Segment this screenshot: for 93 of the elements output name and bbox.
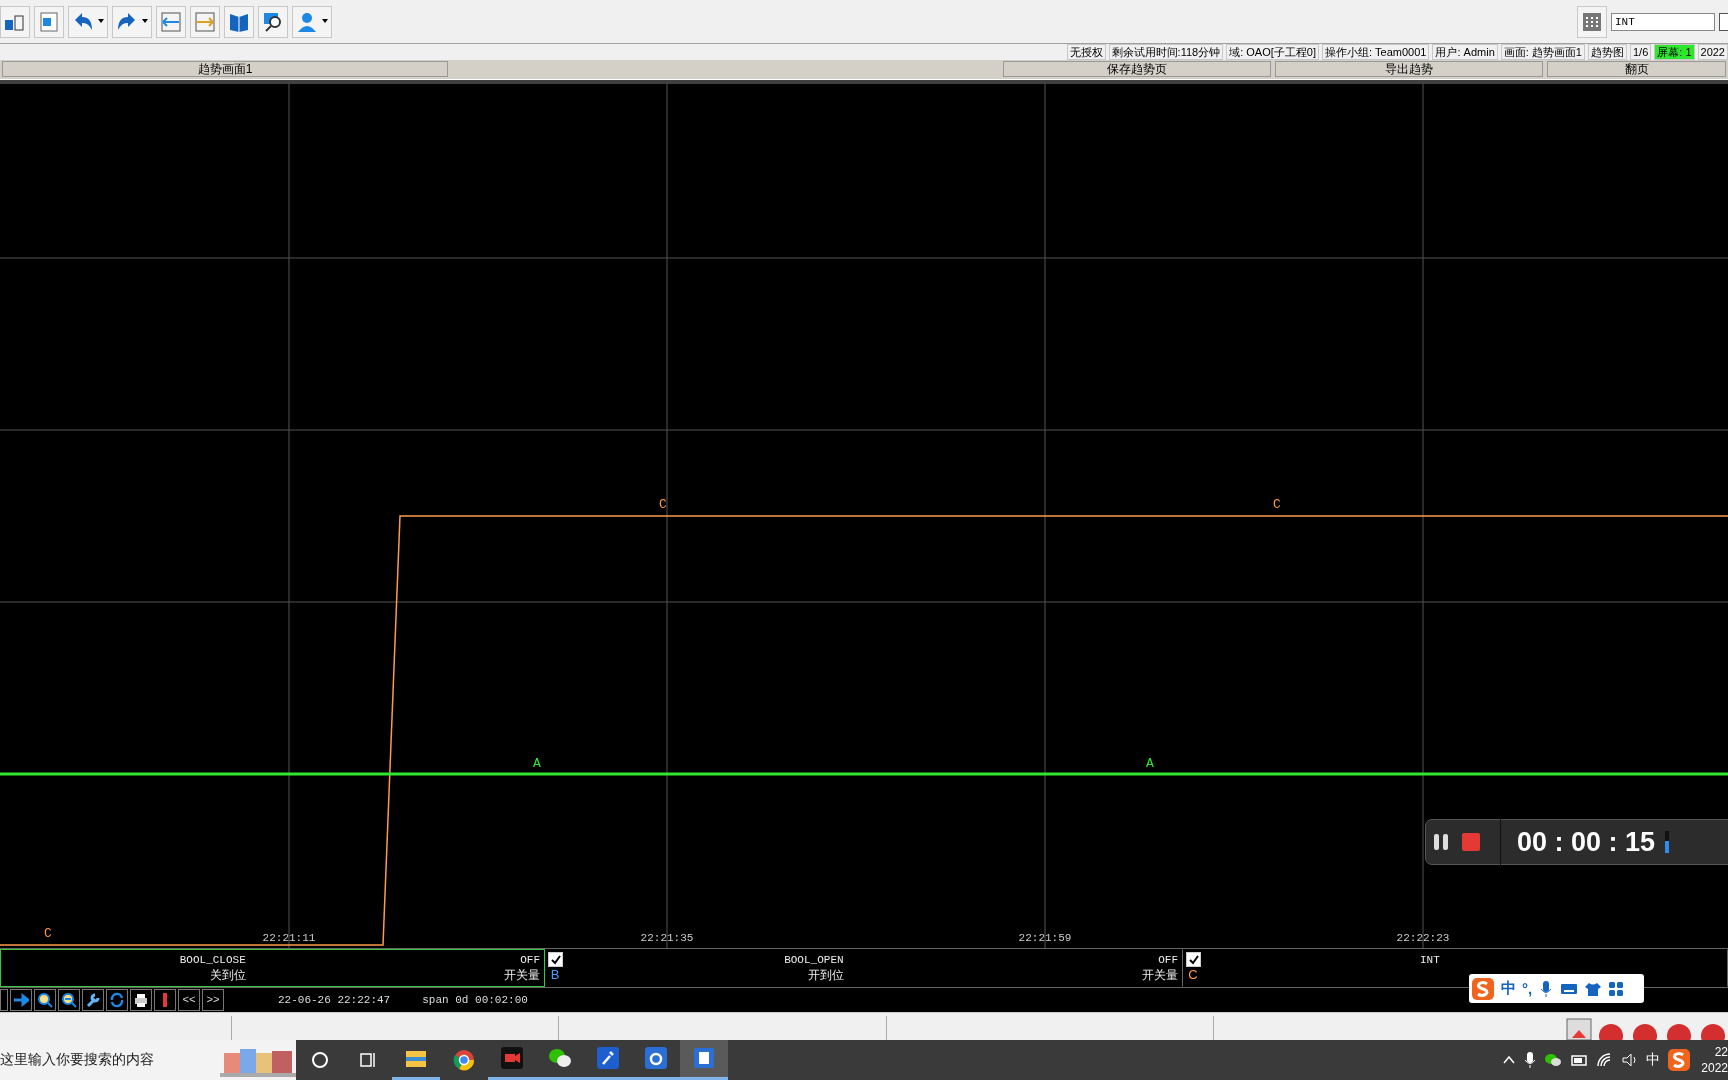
page-tab[interactable]: 趋势画面1	[2, 61, 448, 78]
tag-description: 开到位	[806, 968, 844, 985]
series-marker: A	[533, 756, 541, 772]
checkbox[interactable]	[1719, 12, 1728, 31]
redo-button[interactable]	[112, 5, 152, 38]
status-field: 屏幕: 1	[1654, 44, 1695, 60]
printer-icon	[133, 991, 149, 1008]
speaker-icon[interactable]	[1621, 1052, 1639, 1068]
trend-span: span 0d 00:02:00	[422, 993, 528, 1006]
caret-icon	[97, 19, 105, 24]
series-marker: C	[44, 926, 52, 942]
status-field: 画面: 趋势画面1	[1500, 44, 1585, 60]
time-label: 22:21:11	[262, 932, 316, 945]
status-field: 操作小组: Team0001	[1321, 44, 1430, 60]
settings-button[interactable]	[82, 988, 104, 1011]
caret-icon	[141, 19, 149, 24]
tag-type: 开关量	[503, 968, 540, 985]
caret-icon	[321, 19, 329, 24]
refresh-icon	[109, 991, 125, 1008]
status-field: 无授权	[1066, 44, 1106, 60]
search-placeholder: 这里输入你要搜索的内容	[0, 1051, 154, 1069]
time-label: 22:21:59	[1018, 932, 1072, 945]
shirt-icon[interactable]	[1584, 980, 1603, 997]
sogou-logo-icon	[1667, 1048, 1691, 1072]
browser-icon	[452, 1048, 476, 1072]
page-button[interactable]: 导出趋势	[1275, 61, 1543, 78]
taskbar-app[interactable]	[680, 1040, 728, 1080]
toolbar-button[interactable]	[156, 5, 186, 38]
zoom-out-button[interactable]	[58, 988, 80, 1011]
recording-timer: 00 : 00 : 15	[1517, 826, 1656, 858]
taskbar-search-field[interactable]: 这里输入你要搜索的内容	[0, 1040, 296, 1080]
forward-button[interactable]	[10, 988, 32, 1011]
right-arrow-icon	[13, 991, 29, 1008]
wrench-app-icon	[596, 1046, 620, 1071]
series-marker: A	[1146, 756, 1154, 772]
tag-name: BOOL_CLOSE	[178, 953, 246, 969]
time-label: 22:21:35	[640, 932, 694, 945]
toolbar-button[interactable]	[34, 5, 64, 38]
keypad-button[interactable]	[1577, 5, 1607, 38]
toolbar-button[interactable]	[224, 5, 254, 38]
zoom-in-button[interactable]	[34, 988, 56, 1011]
tag-value: OFF	[519, 953, 540, 969]
print-button[interactable]	[130, 988, 152, 1011]
check-icon	[549, 954, 561, 966]
series-letter: C	[1188, 967, 1198, 983]
refresh-button[interactable]	[106, 988, 128, 1011]
tag-name: BOOL_OPEN	[783, 953, 844, 969]
tool-button[interactable]	[0, 988, 8, 1011]
keyboard-icon[interactable]	[1560, 981, 1579, 996]
zoom-in-icon	[37, 991, 53, 1008]
legend-checkbox[interactable]	[1185, 952, 1201, 968]
tag-search-field[interactable]: INT	[1611, 12, 1715, 31]
legend-item[interactable]: BOOL_OPEN OFF 开到位 开关量	[565, 949, 1183, 988]
legend-item[interactable]: BOOL_CLOSE OFF 关到位 开关量	[0, 949, 545, 988]
page-button[interactable]: 翻页	[1547, 61, 1726, 78]
grid-icon[interactable]	[1608, 980, 1625, 997]
clock-date: 2022	[1701, 1060, 1728, 1076]
series-marker: C	[1273, 497, 1281, 513]
series-letter: B	[550, 967, 560, 983]
status-field: 1/6	[1630, 44, 1652, 60]
tag-value: OFF	[1157, 953, 1178, 969]
tag-type: 开关量	[1141, 968, 1178, 985]
microphone-icon[interactable]	[1523, 1051, 1537, 1069]
scroll-button[interactable]: <<	[178, 988, 200, 1011]
clock-time: 22	[1714, 1044, 1728, 1060]
search-button[interactable]	[258, 5, 288, 38]
check-icon	[1187, 954, 1199, 966]
video-camera-icon	[500, 1046, 524, 1071]
tag-description: 关到位	[208, 968, 246, 985]
clock[interactable]: 22 2022	[1698, 1044, 1728, 1076]
status-field: 域: OAO[子工程0]	[1226, 44, 1319, 60]
tag-name: INT	[1418, 953, 1440, 969]
circle-icon	[310, 1050, 330, 1070]
page-button[interactable]: 保存趋势页	[1003, 61, 1271, 78]
status-field: 趋势图	[1588, 44, 1627, 60]
trend-time: 22-06-26 22:22:47	[278, 993, 391, 1006]
battery-icon[interactable]	[1569, 1052, 1589, 1068]
status-field: 2022	[1697, 44, 1728, 60]
status-field: 用户: Admin	[1432, 44, 1498, 60]
task-view-icon	[358, 1050, 378, 1070]
wrench-icon	[85, 991, 101, 1008]
status-field: 剩余试用时间:118分钟	[1108, 44, 1224, 60]
scroll-button[interactable]: >>	[202, 988, 224, 1011]
chat-bubbles-icon[interactable]	[1544, 1052, 1562, 1068]
app-window-icon	[692, 1046, 716, 1071]
marker-button[interactable]	[154, 988, 176, 1011]
toolbar-button[interactable]	[0, 5, 30, 38]
series-marker: C	[659, 497, 667, 513]
input-mode-indicator[interactable]: 中	[1646, 1051, 1660, 1069]
time-label: 22:22:23	[1396, 932, 1450, 945]
zoom-out-icon	[61, 991, 77, 1008]
legend-checkbox[interactable]	[547, 952, 563, 968]
undo-button[interactable]	[68, 5, 108, 38]
